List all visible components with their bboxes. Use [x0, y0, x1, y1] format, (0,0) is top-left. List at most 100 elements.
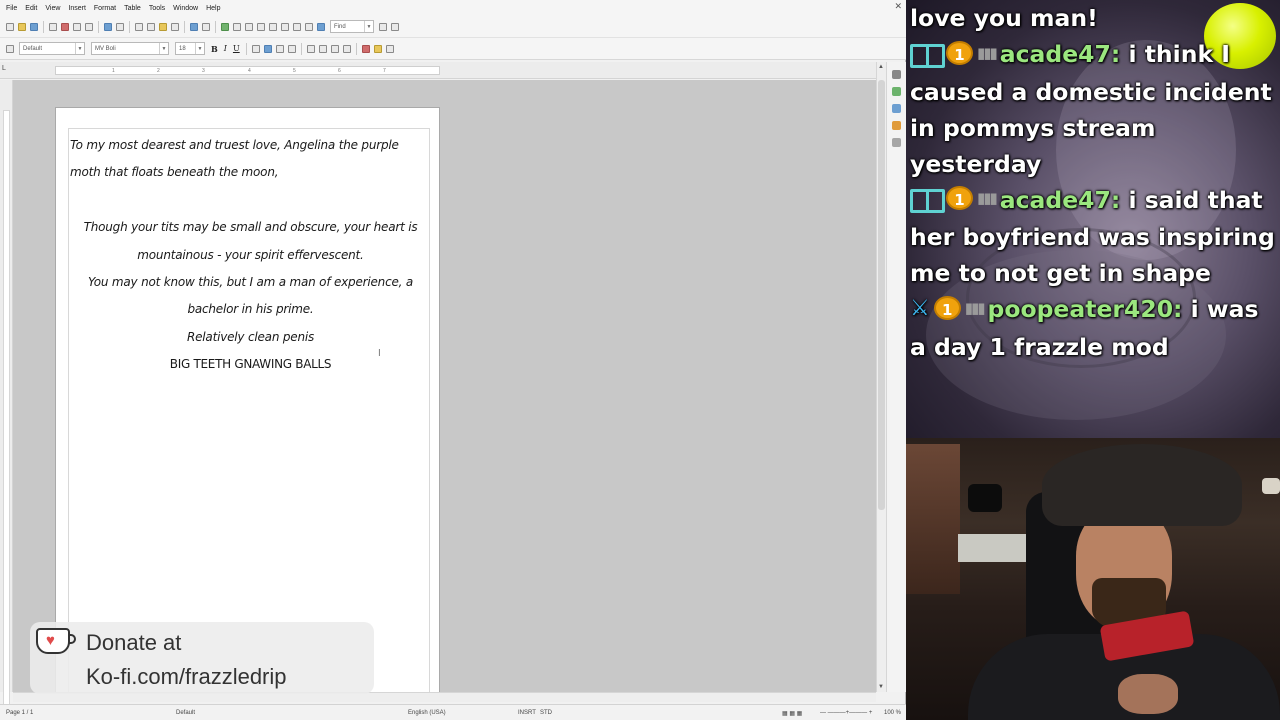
ruler-tick: 2 [157, 68, 160, 74]
chevron-down-icon[interactable]: ▼ [364, 21, 373, 32]
chart-icon[interactable] [245, 22, 253, 31]
new-document-icon[interactable] [6, 22, 14, 31]
text-cursor-icon: I [378, 348, 381, 359]
gallery-deck-icon[interactable] [892, 138, 901, 147]
menu-help[interactable]: Help [206, 5, 220, 12]
styles-deck-icon[interactable] [892, 121, 901, 130]
page-style[interactable]: Default [176, 710, 195, 716]
font-size-select[interactable]: 18 ▼ [175, 42, 205, 55]
font-name-select[interactable]: MV Boli ▼ [91, 42, 169, 55]
clone-formatting-icon[interactable] [171, 22, 179, 31]
find-next-icon[interactable] [391, 22, 399, 31]
edit-document-icon[interactable] [49, 22, 57, 31]
zoom-level[interactable]: 100 % [884, 710, 901, 716]
chat-message: love you man! [910, 0, 1276, 36]
paste-icon[interactable] [159, 22, 167, 31]
vertical-ruler[interactable] [0, 80, 13, 710]
increase-indent-icon[interactable] [342, 44, 351, 53]
properties-icon[interactable] [892, 87, 901, 96]
scrollbar-thumb[interactable] [878, 80, 885, 510]
save-icon[interactable] [30, 22, 38, 31]
hyperlink-icon[interactable] [221, 22, 229, 31]
menu-tools[interactable]: Tools [149, 5, 165, 12]
numbering-icon[interactable] [306, 44, 315, 53]
document-canvas[interactable]: To my most dearest and truest love, Ange… [13, 80, 876, 692]
sidebar-deck [886, 62, 906, 692]
bits-badge-icon: 1 [946, 40, 973, 65]
view-layout-icon[interactable]: ▦ ▦ ▦ [782, 710, 802, 717]
horizontal-ruler[interactable]: L 1 2 3 4 5 6 7 [0, 62, 880, 79]
menu-window[interactable]: Window [173, 5, 198, 12]
page-icon[interactable] [892, 104, 901, 113]
document-paragraph[interactable]: BIG TEETH GNAWING BALLS [70, 351, 431, 378]
tab-stop-selector[interactable]: L [2, 65, 6, 72]
empty-paragraph[interactable] [70, 187, 431, 214]
document-paragraph[interactable]: To my most dearest and truest love, Ange… [70, 132, 431, 187]
font-color-icon[interactable] [361, 44, 370, 53]
chevron-down-icon[interactable]: ▼ [159, 43, 168, 54]
highlight-icon[interactable] [373, 44, 382, 53]
menu-file[interactable]: File [6, 5, 17, 12]
document-body[interactable]: To my most dearest and truest love, Ange… [70, 132, 431, 379]
find-field[interactable]: Find ▼ [330, 20, 374, 33]
bold-button[interactable]: B [211, 44, 218, 54]
cut-icon[interactable] [135, 22, 143, 31]
document-paragraph[interactable]: You may not know this, but I am a man of… [70, 269, 431, 324]
underline-button[interactable]: U [233, 44, 240, 53]
navigator-icon[interactable] [257, 22, 265, 31]
background-color-icon[interactable] [385, 44, 394, 53]
justify-icon[interactable] [287, 44, 296, 53]
chevron-down-icon[interactable]: ▼ [75, 43, 84, 54]
menu-edit[interactable]: Edit [25, 5, 37, 12]
document-paragraph[interactable]: Though your tits may be small and obscur… [70, 214, 431, 269]
open-folder-icon[interactable] [18, 22, 26, 31]
document-paragraph[interactable]: Relatively clean penis [70, 324, 431, 351]
menu-insert[interactable]: Insert [68, 5, 86, 12]
chat-message: 1 ▮▮▮ acade47: i said that her boyfriend w… [910, 182, 1276, 292]
print-preview-icon[interactable] [85, 22, 93, 31]
insert-mode[interactable]: INSRT [518, 710, 536, 716]
gallery-icon[interactable] [269, 22, 277, 31]
close-document-icon[interactable]: ✕ [894, 1, 902, 12]
chat-username[interactable]: acade47: [1000, 186, 1121, 214]
decrease-indent-icon[interactable] [330, 44, 339, 53]
table-icon[interactable] [233, 22, 241, 31]
text-language[interactable]: English (USA) [408, 710, 446, 716]
bits-badge-icon: 1 [946, 186, 973, 210]
styles-icon[interactable] [6, 44, 14, 53]
align-center-icon[interactable] [263, 44, 272, 53]
align-right-icon[interactable] [275, 44, 284, 53]
copy-icon[interactable] [147, 22, 155, 31]
menu-format[interactable]: Format [94, 5, 116, 12]
page-count[interactable]: Page 1 / 1 [6, 710, 33, 716]
document-page[interactable]: To my most dearest and truest love, Ange… [55, 107, 440, 692]
menu-view[interactable]: View [45, 5, 60, 12]
zoom-icon[interactable] [305, 22, 313, 31]
spellcheck-icon[interactable] [104, 22, 112, 31]
autocorrect-icon[interactable] [116, 22, 124, 31]
undo-icon[interactable] [190, 22, 198, 31]
formatting-marks-icon[interactable] [293, 22, 301, 31]
align-left-icon[interactable] [251, 44, 260, 53]
chat-username[interactable]: poopeater420: [988, 295, 1183, 323]
menu-table[interactable]: Table [124, 5, 141, 12]
scroll-down-icon[interactable]: ▼ [878, 684, 884, 690]
paragraph-style-select[interactable]: Default ▼ [19, 42, 85, 55]
export-pdf-icon[interactable] [61, 22, 69, 31]
chat-username[interactable]: acade47: [1000, 40, 1121, 68]
toolbar-separator [355, 42, 357, 55]
zoom-slider[interactable]: — ———+——— + [820, 710, 872, 716]
bullets-icon[interactable] [318, 44, 327, 53]
print-icon[interactable] [73, 22, 81, 31]
help-icon[interactable] [317, 22, 325, 31]
toolbar-separator [245, 42, 247, 55]
datasource-icon[interactable] [281, 22, 289, 31]
redo-icon[interactable] [202, 22, 210, 31]
vertical-scrollbar[interactable]: ▲ ▼ [876, 62, 886, 692]
selection-mode[interactable]: STD [540, 710, 552, 716]
italic-button[interactable]: I [224, 44, 227, 53]
scroll-up-icon[interactable]: ▲ [878, 64, 884, 70]
sidebar-menu-icon[interactable] [892, 70, 901, 79]
chevron-down-icon[interactable]: ▼ [195, 43, 204, 54]
find-previous-icon[interactable] [379, 22, 387, 31]
